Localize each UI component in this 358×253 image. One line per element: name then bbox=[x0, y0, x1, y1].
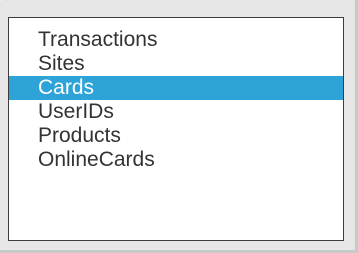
list-item-onlinecards[interactable]: OnlineCards bbox=[9, 148, 343, 172]
list-item-cards[interactable]: Cards bbox=[9, 76, 343, 100]
window-frame: Transactions Sites Cards UserIDs Product… bbox=[0, 0, 358, 253]
table-listbox[interactable]: Transactions Sites Cards UserIDs Product… bbox=[8, 17, 344, 241]
list-item-sites[interactable]: Sites bbox=[9, 52, 343, 76]
list-item-products[interactable]: Products bbox=[9, 124, 343, 148]
list-item-userids[interactable]: UserIDs bbox=[9, 100, 343, 124]
list-item-transactions[interactable]: Transactions bbox=[9, 28, 343, 52]
